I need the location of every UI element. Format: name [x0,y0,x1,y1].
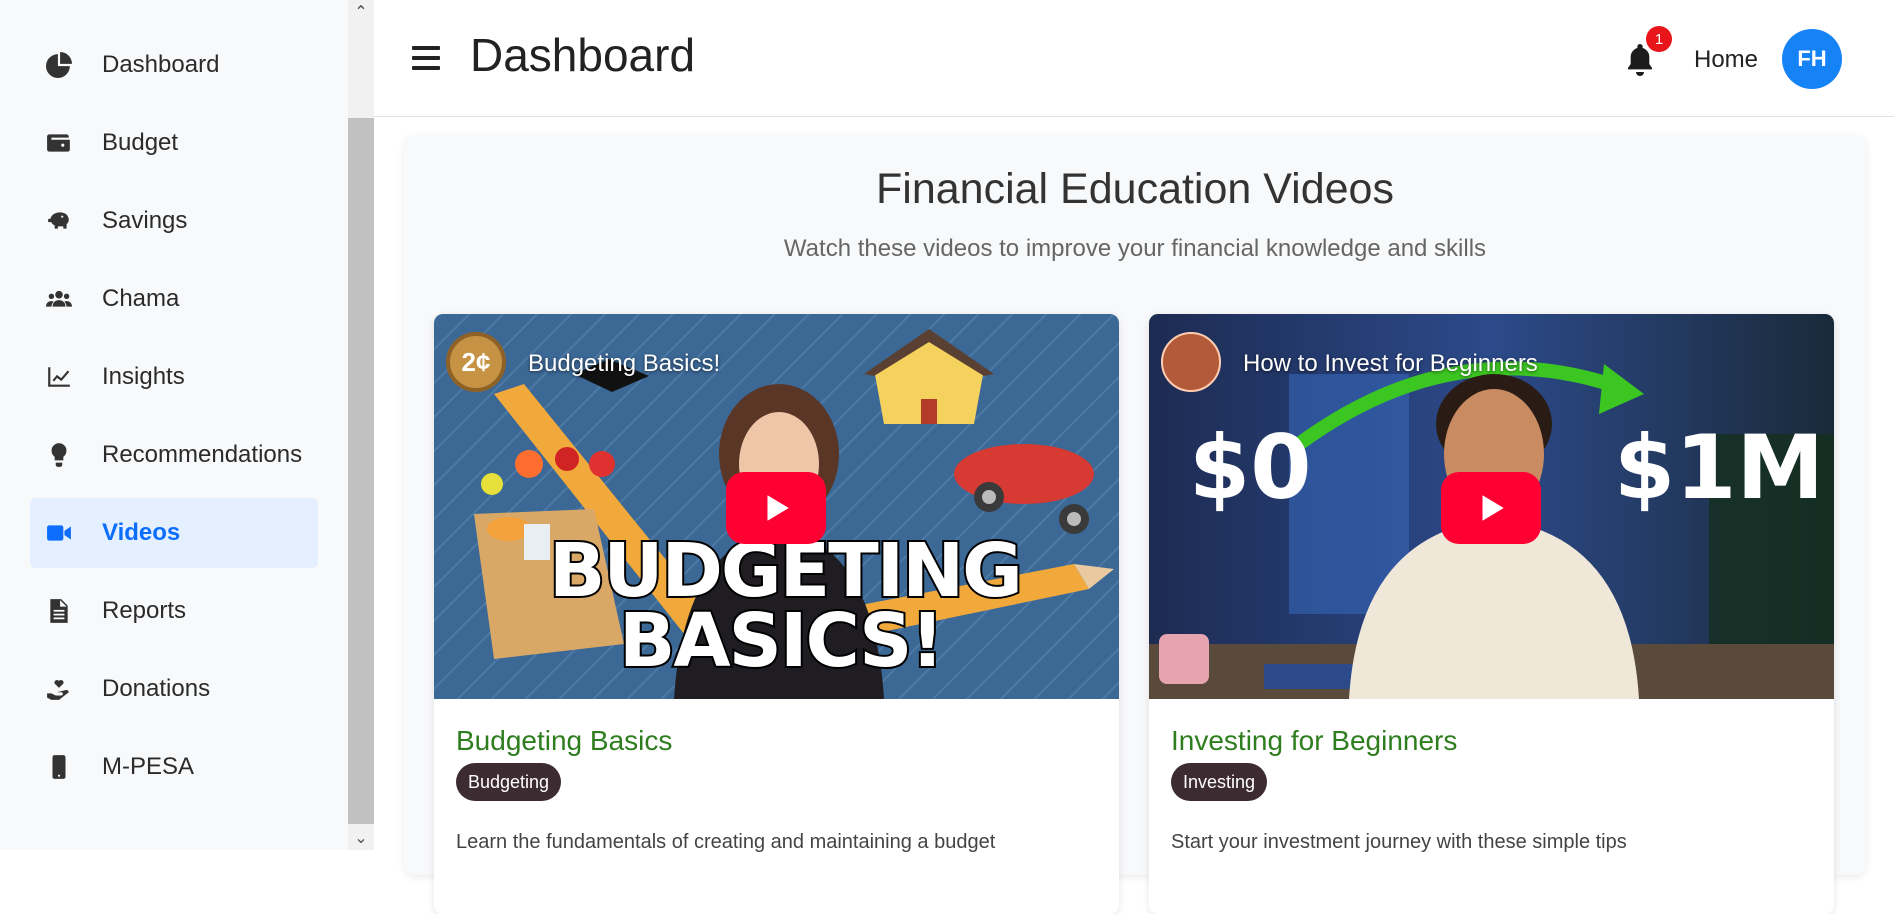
thumbnail-text: $0 [1189,416,1312,519]
video-thumbnail[interactable]: 2¢ Budgeting Basics! BUDGETING BASICS! [434,314,1119,699]
scroll-up-arrow-icon[interactable]: ⌃ [348,0,374,24]
file-icon [44,596,74,626]
sidebar: Dashboard Budget Savings Chama Insights … [0,0,348,850]
piggy-bank-icon [44,206,74,236]
play-button-icon[interactable] [1441,472,1541,544]
category-badge: Investing [1171,763,1268,801]
sidebar-item-label: Budget [102,129,179,156]
sidebar-item-label: Dashboard [102,51,220,78]
sidebar-item-chama[interactable]: Chama [30,264,318,334]
sidebar-item-label: M-PESA [102,753,195,780]
users-icon [44,284,74,314]
notification-badge: 1 [1646,26,1672,52]
chart-pie-icon [44,50,74,80]
thumbnail-text: $1M [1614,416,1825,519]
video-thumbnail[interactable]: How to Invest for Beginners $0 $1M [1149,314,1834,699]
sidebar-item-videos[interactable]: Videos [30,498,318,568]
home-link[interactable]: Home [1694,46,1758,74]
chart-line-icon [44,362,74,392]
video-overlay-title: Budgeting Basics! [528,350,721,377]
wallet-icon [44,128,74,158]
page-title: Dashboard [470,29,696,81]
video-description: Start your investment journey with these… [1171,831,1627,853]
video-title[interactable]: Investing for Beginners [1171,725,1457,757]
video-title[interactable]: Budgeting Basics [456,725,672,757]
scrollbar-thumb[interactable] [348,118,374,824]
sidebar-item-label: Recommendations [102,441,303,468]
channel-avatar [1161,332,1221,392]
avatar[interactable]: FH [1782,29,1842,89]
menu-toggle-icon[interactable] [412,46,440,70]
play-button-icon[interactable] [726,472,826,544]
lightbulb-icon [44,440,74,470]
video-card: 2¢ Budgeting Basics! BUDGETING BASICS! B… [434,314,1119,914]
sidebar-scrollbar[interactable]: ⌃ ⌄ [348,0,374,850]
section-subtitle: Watch these videos to improve your finan… [783,235,1487,262]
mobile-icon [44,752,74,782]
sidebar-item-label: Insights [102,363,185,390]
thumbnail-text: BUDGETING [547,528,1025,614]
channel-badge-text: 2¢ [461,346,491,377]
sidebar-item-insights[interactable]: Insights [30,342,318,412]
sidebar-item-label: Savings [102,207,188,234]
sidebar-item-label: Chama [102,285,180,312]
sidebar-item-label: Donations [102,675,211,702]
section-heading: Financial Education Videos [876,165,1394,213]
sidebar-item-recommendations[interactable]: Recommendations [30,420,318,490]
video-card: How to Invest for Beginners $0 $1M Inves… [1149,314,1834,914]
sidebar-item-savings[interactable]: Savings [30,186,318,256]
category-badge: Budgeting [456,763,562,801]
channel-avatar: 2¢ [446,332,506,392]
sidebar-item-budget[interactable]: Budget [30,108,318,178]
video-overlay-title: How to Invest for Beginners [1243,350,1538,377]
video-icon [44,518,74,548]
video-description: Learn the fundamentals of creating and m… [456,831,996,853]
scroll-down-arrow-icon[interactable]: ⌄ [348,826,374,850]
sidebar-item-mpesa[interactable]: M-PESA [30,732,318,802]
sidebar-item-reports[interactable]: Reports [30,576,318,646]
sidebar-item-label: Videos [102,519,181,546]
videos-panel: Financial Education Videos Watch these v… [404,135,1866,914]
thumbnail-text: BASICS! [617,598,946,684]
sidebar-item-label: Reports [102,597,187,624]
hand-holding-heart-icon [44,674,74,704]
top-header: Dashboard 1 Home FH [374,0,1894,117]
sidebar-item-dashboard[interactable]: Dashboard [30,30,318,100]
sidebar-item-donations[interactable]: Donations [30,654,318,724]
